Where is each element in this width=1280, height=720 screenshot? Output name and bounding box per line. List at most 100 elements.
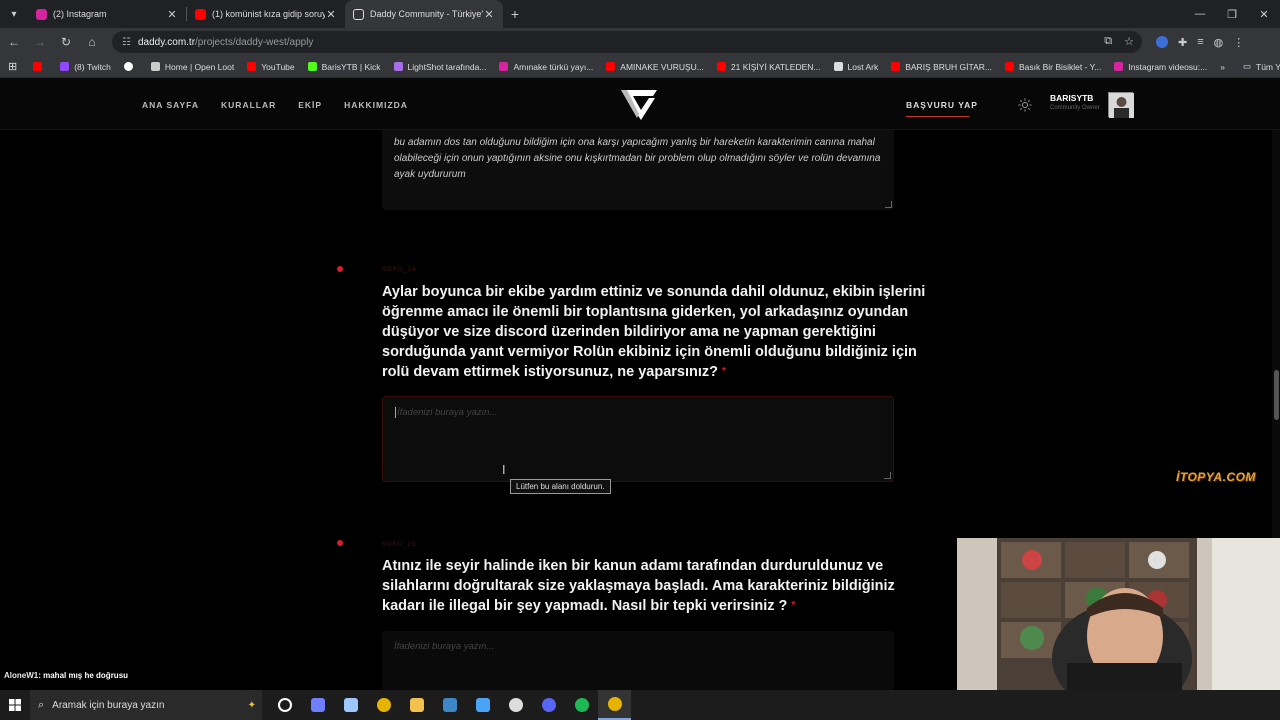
- webcam-image: [957, 538, 1280, 690]
- taskbar-search[interactable]: ⌕ Aramak için buraya yazın ✦: [30, 690, 262, 720]
- bookmark-item[interactable]: LightShot tarafında...: [393, 62, 486, 72]
- chat-text: : mahal mış he doğrusu: [38, 671, 129, 680]
- user-menu[interactable]: BARISYTB Community Owner: [1050, 93, 1100, 111]
- close-tab-icon[interactable]: ✕: [483, 8, 495, 21]
- validation-tooltip: Lütfen bu alanı doldurun.: [510, 479, 611, 494]
- question-marker: [337, 540, 343, 546]
- browser-tab[interactable]: (2) Instagram ✕: [28, 0, 186, 28]
- address-bar[interactable]: ☷ daddy.com.tr /projects/daddy-west/appl…: [112, 31, 1142, 53]
- all-bookmarks-folder[interactable]: ▭ Tüm Yer İşaretleri: [1243, 61, 1280, 72]
- bookmark-item[interactable]: [123, 62, 138, 72]
- bookmark-item[interactable]: Basık Bir Bisiklet - Y...: [1004, 62, 1101, 72]
- windows-start-icon[interactable]: [0, 690, 30, 720]
- calculator-icon-glyph: [343, 698, 358, 712]
- apps-grid-icon[interactable]: ⊞: [8, 60, 17, 73]
- nav-home[interactable]: ANA SAYFA: [142, 100, 199, 110]
- back-icon[interactable]: ←: [2, 30, 26, 54]
- bookmarks-bar: ⊞ (8) Twitch Home | Open Loot YouTube Baris…: [0, 56, 1280, 78]
- bookmark-item[interactable]: YouTube: [247, 62, 295, 72]
- bookmark-item[interactable]: Amınake türkü yayı...: [499, 62, 593, 72]
- bookmark-item[interactable]: Lost Ark: [833, 62, 878, 72]
- browser-toolbar: ← → ↻ ⌂ ☷ daddy.com.tr /projects/daddy-w…: [0, 28, 1280, 56]
- discord-icon[interactable]: [532, 690, 565, 720]
- chrome-active-icon-glyph: [607, 697, 622, 711]
- close-tab-icon[interactable]: ✕: [166, 8, 178, 21]
- bookmark-item[interactable]: BarisYTB | Kick: [307, 62, 381, 72]
- bookmark-item[interactable]: (8) Twitch: [60, 62, 111, 72]
- browser-tab[interactable]: (1) komünist kıza gidip soruyola ✕: [187, 0, 345, 28]
- minimize-icon[interactable]: —: [1184, 0, 1216, 28]
- app-launcher-icon[interactable]: [466, 690, 499, 720]
- tab-title: Daddy Community - Türkiye'nin: [370, 9, 483, 19]
- lightshot-icon: [393, 62, 403, 71]
- bookmark-star-icon[interactable]: ☆: [1124, 35, 1134, 48]
- media-control-icon[interactable]: ≡: [1197, 36, 1203, 48]
- answer-placeholder: İfadenizi buraya yazın...: [397, 407, 498, 419]
- avatar-image: [1109, 93, 1134, 118]
- resize-handle[interactable]: [884, 472, 891, 479]
- extensions-puzzle-icon[interactable]: ✚: [1178, 36, 1187, 49]
- chrome-icon[interactable]: [367, 690, 400, 720]
- file-explorer-icon-glyph: [409, 698, 424, 712]
- install-app-icon[interactable]: ⧉: [1104, 35, 1112, 48]
- previous-answer-textarea[interactable]: bu adamın dos tan olduğunu bildiğim için…: [382, 130, 894, 210]
- profile-icon[interactable]: ◍: [1214, 36, 1224, 49]
- theme-toggle-icon[interactable]: [1018, 98, 1032, 112]
- chrome-active-icon[interactable]: [598, 690, 631, 720]
- nav-team[interactable]: EKİP: [298, 100, 322, 110]
- bookmark-label: AMINAKE VURUŞU...: [620, 61, 704, 72]
- browser-tab-active[interactable]: Daddy Community - Türkiye'nin ✕: [345, 0, 503, 28]
- site-logo[interactable]: [619, 84, 659, 124]
- required-mark: *: [791, 600, 796, 611]
- bookmark-item[interactable]: 21 KİŞİYİ KATLEDEN...: [716, 62, 821, 72]
- nav-rules[interactable]: KURALLAR: [221, 100, 276, 110]
- calculator-icon[interactable]: [334, 690, 367, 720]
- youtube-icon: [891, 62, 901, 71]
- daddy-icon: [353, 8, 364, 20]
- window-controls: — ❐ ✕: [1184, 0, 1280, 28]
- youtube-icon: [716, 62, 726, 71]
- bookmark-item[interactable]: [33, 62, 47, 72]
- nav-about[interactable]: HAKKIMIZDA: [344, 100, 408, 110]
- site-info-icon[interactable]: ☷: [122, 37, 131, 48]
- windows-taskbar: ⌕ Aramak için buraya yazın ✦: [0, 690, 1280, 720]
- answer-placeholder: İfadenizi buraya yazın...: [394, 641, 495, 652]
- task-view-icon[interactable]: [268, 690, 301, 720]
- close-tab-icon[interactable]: ✕: [325, 8, 337, 21]
- answer-textarea[interactable]: İfadenizi buraya yazın...: [382, 396, 894, 482]
- tab-search-icon[interactable]: ▾: [0, 0, 28, 28]
- obs-icon[interactable]: [499, 690, 532, 720]
- spotify-icon[interactable]: [565, 690, 598, 720]
- bookmark-item[interactable]: Home | Open Loot: [150, 61, 235, 72]
- bookmark-item[interactable]: BARIŞ BRUH GİTAR...: [891, 62, 992, 72]
- bookmark-item[interactable]: AMINAKE VURUŞU...: [606, 62, 704, 72]
- site-header: ANA SAYFA KURALLAR EKİP HAKKIMIZDA BAŞVU…: [0, 78, 1280, 130]
- resize-handle[interactable]: [885, 201, 892, 208]
- file-explorer-icon[interactable]: [400, 690, 433, 720]
- bookmark-item[interactable]: Instagram videosu:...: [1114, 62, 1207, 72]
- steam-icon[interactable]: [433, 690, 466, 720]
- apply-link[interactable]: BAŞVURU YAP: [906, 100, 978, 110]
- app-blue-icon-glyph: [310, 698, 325, 712]
- forward-icon[interactable]: →: [28, 30, 52, 54]
- app-blue-icon[interactable]: [301, 690, 334, 720]
- youtube-icon: [1004, 62, 1014, 71]
- youtube-icon: [33, 62, 43, 71]
- chrome-icon-glyph: [376, 698, 391, 712]
- menu-kebab-icon[interactable]: ⋮: [1233, 36, 1244, 49]
- home-icon[interactable]: ⌂: [80, 30, 104, 54]
- restore-icon[interactable]: ❐: [1216, 0, 1248, 28]
- answer-textarea[interactable]: İfadenizi buraya yazın...: [382, 631, 894, 690]
- reload-icon[interactable]: ↻: [54, 30, 78, 54]
- sponsor-watermark: İTOPYA.COM: [1176, 470, 1256, 484]
- more-bookmarks-icon[interactable]: »: [1220, 62, 1225, 72]
- bookmark-label: Home | Open Loot: [164, 61, 235, 72]
- new-tab-button[interactable]: +: [503, 0, 527, 28]
- question-label: Atınız ile seyir halinde iken bir kanun …: [382, 558, 895, 614]
- discord-icon-glyph: [541, 698, 556, 712]
- avatar[interactable]: [1108, 92, 1134, 118]
- extension-icon[interactable]: [1156, 36, 1168, 48]
- close-window-icon[interactable]: ✕: [1248, 0, 1280, 28]
- scrollbar-thumb[interactable]: [1274, 370, 1279, 420]
- question-marker: [337, 266, 343, 272]
